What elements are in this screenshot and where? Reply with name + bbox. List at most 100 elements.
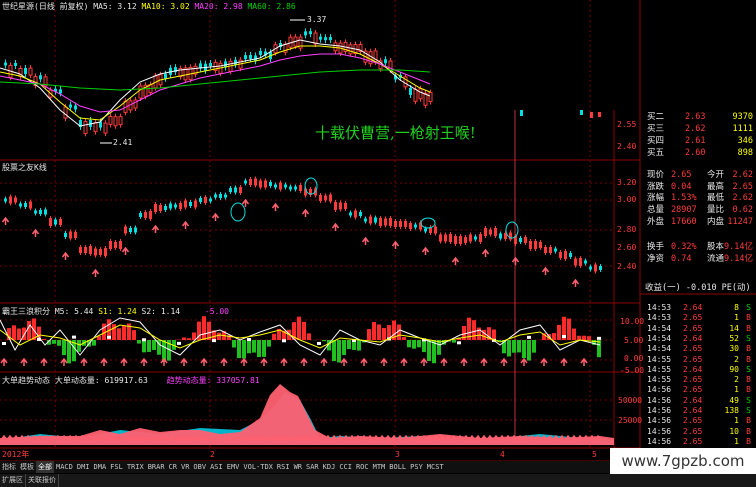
bottom-tab-1[interactable]: 关联报价: [26, 474, 59, 487]
trade-volume: 14: [729, 323, 739, 333]
tab-wr[interactable]: WR: [292, 461, 304, 473]
tab-模板[interactable]: 模板: [18, 461, 36, 473]
trade-row[interactable]: 14:55 2.65 2 B: [645, 375, 755, 385]
stat-value: 1.53%: [671, 193, 697, 204]
tab-asi[interactable]: ASI: [208, 461, 225, 473]
bid-volume: 898: [737, 148, 753, 158]
tab-macd[interactable]: MACD: [54, 461, 75, 473]
histogram-bar: [587, 336, 591, 340]
tab-roc[interactable]: ROC: [354, 461, 371, 473]
candle: [554, 248, 557, 252]
trade-price: 2.65: [683, 375, 703, 385]
trade-row[interactable]: 14:56 2.64 49 S: [645, 396, 755, 406]
tab-kdj[interactable]: KDJ: [321, 461, 338, 473]
candle: [519, 238, 522, 242]
histogram-bar: [297, 316, 301, 340]
candle: [339, 202, 342, 210]
candle: [164, 73, 167, 79]
histogram-bar: [402, 337, 406, 340]
bid-price: 2.62: [685, 124, 706, 134]
stat-value: 0.74: [671, 253, 692, 264]
trade-price: 2.64: [683, 333, 703, 343]
candle: [14, 197, 17, 203]
panel3-legend: 霸王三浪积分 M5: 5.44 S1: 1.24 S2: 1.14 -5.00: [2, 307, 229, 317]
histogram-mark: [527, 335, 531, 339]
trade-row[interactable]: 14:54 2.65 14 B: [645, 324, 755, 334]
bid-row[interactable]: 买四 2.61 346: [645, 136, 755, 147]
trade-row[interactable]: 14:54 2.65 30 B: [645, 344, 755, 354]
tab-mtm[interactable]: MTM: [371, 461, 388, 473]
trade-time: 14:56: [647, 416, 672, 426]
tab-cci[interactable]: CCI: [337, 461, 354, 473]
stat-label: 股本: [707, 241, 725, 252]
candle: [79, 247, 82, 253]
bottom-tab-0[interactable]: 扩展区: [0, 474, 26, 487]
trade-row[interactable]: 14:56 2.65 1 B: [645, 437, 755, 447]
tab-psy[interactable]: PSY: [408, 461, 425, 473]
panel4-title: 大单趋势动态: [2, 376, 50, 385]
tab-指标[interactable]: 指标: [0, 461, 18, 473]
histogram-bar: [452, 340, 456, 343]
candle: [384, 59, 387, 64]
trade-row[interactable]: 14:56 2.65 1 B: [645, 385, 755, 395]
trade-row[interactable]: 14:55 2.65 2 B: [645, 355, 755, 365]
trade-side: B: [746, 436, 751, 446]
candle: [169, 203, 172, 209]
panel2-axis-4: 2.60: [617, 243, 637, 252]
main-axis-1: 2.55: [617, 120, 637, 129]
candle: [324, 195, 327, 201]
tab-cr[interactable]: CR: [167, 461, 179, 473]
trade-row[interactable]: 14:55 2.64 90 S: [645, 365, 755, 375]
trade-side: S: [746, 303, 751, 312]
bid-volume: 9370: [732, 112, 753, 122]
candle: [499, 233, 502, 239]
candle: [139, 213, 142, 217]
candle: [94, 248, 97, 256]
tab-boll[interactable]: BOLL: [387, 461, 408, 473]
main-axis-2: 2.40: [617, 142, 637, 151]
tab-brar[interactable]: BRAR: [146, 461, 167, 473]
tab-trix[interactable]: TRIX: [125, 461, 146, 473]
tab-dma[interactable]: DMA: [92, 461, 109, 473]
candle: [59, 219, 62, 225]
bid-price: 2.61: [685, 136, 706, 146]
trade-row[interactable]: 14:53 2.64 8 S: [645, 303, 755, 313]
candle: [594, 264, 597, 272]
tab-emv[interactable]: EMV: [225, 461, 242, 473]
trade-price: 2.65: [683, 416, 703, 426]
tab-rsi[interactable]: RSI: [275, 461, 292, 473]
bid-price: 2.63: [685, 112, 706, 122]
tab-dmi[interactable]: DMI: [75, 461, 92, 473]
histogram-bar: [307, 333, 311, 340]
candle: [564, 251, 567, 259]
tab-sar[interactable]: SAR: [304, 461, 321, 473]
tab-vol-tdx[interactable]: VOL-TDX: [241, 461, 275, 473]
candle: [244, 55, 247, 60]
trade-row[interactable]: 14:54 2.64 52 S: [645, 334, 755, 344]
bid-row[interactable]: 买五 2.60 898: [645, 148, 755, 159]
tab-mcst[interactable]: MCST: [425, 461, 446, 473]
candle: [138, 85, 143, 99]
bid-row[interactable]: 买二 2.63 9370: [645, 112, 755, 123]
histogram-bar: [272, 333, 276, 340]
bid-row[interactable]: 买三 2.62 1111: [645, 124, 755, 135]
trade-row[interactable]: 14:56 2.64 138 S: [645, 406, 755, 416]
histogram-mark: [282, 339, 286, 343]
panel3-s1: S1: 1.24: [98, 307, 137, 316]
tab-vr[interactable]: VR: [179, 461, 191, 473]
histogram-bar: [182, 337, 186, 340]
chart-canvas[interactable]: [0, 0, 756, 487]
candle: [219, 194, 222, 198]
tab-fsl[interactable]: FSL: [108, 461, 125, 473]
trade-row[interactable]: 14:56 2.65 1 B: [645, 416, 755, 426]
trade-row[interactable]: 14:53 2.65 1 B: [645, 313, 755, 323]
trade-time: 14:53: [647, 313, 672, 323]
histogram-bar: [382, 328, 386, 340]
trade-row[interactable]: 14:56 2.65 10 B: [645, 427, 755, 437]
tab-全部[interactable]: 全部: [36, 461, 54, 473]
histogram-bar: [477, 327, 481, 340]
tab-obv[interactable]: OBV: [191, 461, 208, 473]
histogram-bar: [132, 330, 136, 340]
histogram-mark: [142, 338, 146, 342]
candle: [579, 258, 582, 266]
